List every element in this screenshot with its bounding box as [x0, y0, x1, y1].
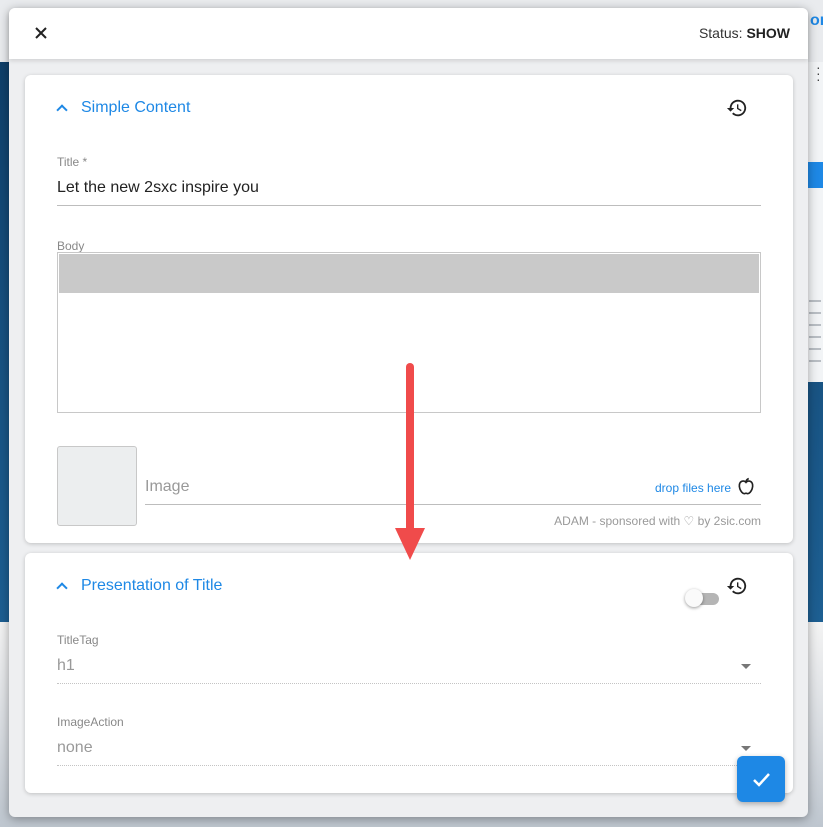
background-text-line [809, 336, 821, 338]
dialog-header: Status: SHOW [9, 8, 808, 59]
imageaction-underline [57, 765, 761, 766]
background-more-icon: · · · [816, 59, 821, 87]
chevron-up-icon [57, 584, 67, 594]
image-thumbnail[interactable] [57, 446, 137, 526]
edit-dialog: Status: SHOW Simple Content Title * Let … [9, 8, 808, 817]
apple-icon[interactable] [735, 476, 757, 498]
background-text-line [809, 360, 821, 362]
background-right-button [808, 162, 823, 188]
history-icon[interactable] [726, 97, 748, 119]
background-right-panel [808, 62, 823, 382]
image-input[interactable]: Image [145, 478, 189, 496]
image-underline [145, 504, 761, 505]
status-label: Status: [698, 25, 743, 41]
titletag-select[interactable]: h1 [57, 657, 75, 675]
presentation-card: Presentation of Title TitleTag h1 ImageA… [25, 553, 793, 793]
imageaction-label: ImageAction [57, 715, 124, 729]
status-value: SHOW [746, 25, 790, 41]
close-icon [35, 27, 47, 39]
adam-note: ADAM - sponsored with ♡ by 2sic.com [554, 514, 761, 528]
title-underline [57, 205, 761, 206]
chevron-up-icon [57, 106, 67, 116]
titletag-underline [57, 683, 761, 684]
simple-content-header[interactable]: Simple Content [57, 99, 190, 117]
drop-files-link[interactable]: drop files here [655, 481, 731, 495]
check-icon [753, 773, 770, 787]
body-editor-toolbar[interactable] [59, 254, 759, 293]
background-text-line [809, 324, 821, 326]
body-label: Body [57, 239, 85, 253]
dropdown-arrow-icon[interactable] [741, 664, 751, 669]
toggle-thumb [685, 589, 703, 607]
simple-content-card: Simple Content Title * Let the new 2sxc … [25, 75, 793, 543]
title-input[interactable]: Let the new 2sxc inspire you [57, 179, 259, 197]
titletag-label: TitleTag [57, 633, 99, 647]
background-text-line [809, 312, 821, 314]
background-topright-text: ort [810, 12, 823, 29]
background-text-line [809, 300, 821, 302]
close-button[interactable] [31, 23, 51, 43]
save-button[interactable] [737, 756, 785, 802]
history-icon[interactable] [726, 575, 748, 597]
presentation-toggle[interactable] [685, 589, 721, 609]
section-title: Simple Content [81, 99, 191, 116]
status-indicator[interactable]: Status: SHOW [699, 25, 790, 41]
dropdown-arrow-icon[interactable] [741, 746, 751, 751]
imageaction-select[interactable]: none [57, 739, 93, 757]
background-text-line [809, 348, 821, 350]
section-title: Presentation of Title [81, 577, 223, 594]
body-editor[interactable] [57, 252, 761, 413]
title-label: Title * [57, 155, 88, 169]
presentation-header[interactable]: Presentation of Title [57, 577, 222, 595]
